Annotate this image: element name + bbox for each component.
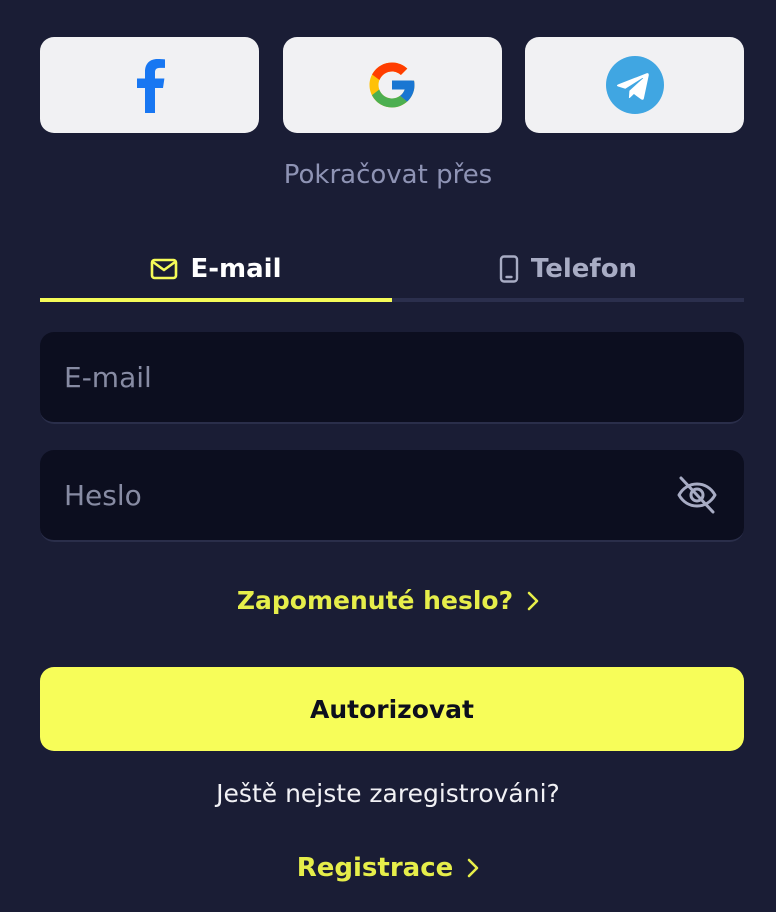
envelope-icon xyxy=(151,258,178,280)
continue-via-label: Pokračovat přes xyxy=(283,160,493,190)
authorize-button[interactable]: Autorizovat xyxy=(40,667,744,751)
eye-off-icon xyxy=(677,476,717,514)
forgot-password-link[interactable]: Zapomenuté heslo? xyxy=(0,586,776,615)
email-input[interactable] xyxy=(64,360,720,394)
chevron-right-icon xyxy=(467,858,479,878)
google-icon xyxy=(369,62,415,108)
telegram-login-button[interactable] xyxy=(525,37,744,133)
tab-phone-label: Telefon xyxy=(530,254,638,284)
telegram-icon xyxy=(605,56,664,114)
email-field-container xyxy=(40,332,744,424)
social-login-row xyxy=(40,37,744,133)
password-input[interactable] xyxy=(64,478,674,512)
forgot-password-label: Zapomenuté heslo? xyxy=(236,586,514,615)
phone-icon xyxy=(499,255,519,283)
password-field-container xyxy=(40,450,744,542)
tab-phone[interactable]: Telefon xyxy=(392,240,744,302)
facebook-icon xyxy=(136,59,165,113)
toggle-password-visibility-button[interactable] xyxy=(674,472,720,518)
facebook-login-button[interactable] xyxy=(40,37,259,133)
chevron-right-icon xyxy=(527,591,539,610)
google-login-button[interactable] xyxy=(282,37,502,133)
register-label: Registrace xyxy=(296,853,454,883)
login-method-tabs: E-mail Telefon xyxy=(40,240,744,306)
not-registered-text: Ještě nejste zaregistrováni? xyxy=(216,779,560,808)
tab-email[interactable]: E-mail xyxy=(40,240,392,302)
login-page: Pokračovat přes E-mail Telefon E-mail Za… xyxy=(0,0,776,912)
register-link[interactable]: Registrace xyxy=(0,853,776,883)
tab-email-label: E-mail xyxy=(190,254,282,284)
